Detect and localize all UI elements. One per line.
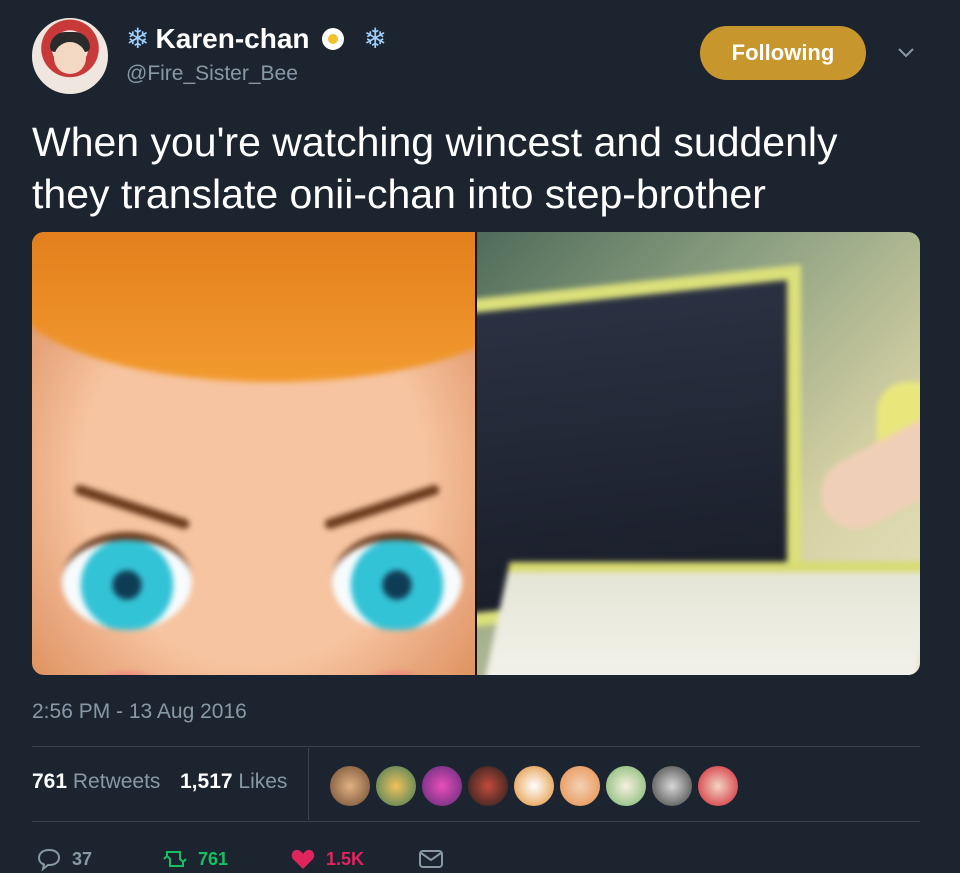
image-laptop-keyboard <box>484 562 920 675</box>
liker-avatar[interactable] <box>328 764 372 808</box>
image-hair <box>32 232 475 382</box>
tweet-header: ❄ Karen-chan ❄ @Fire_Sister_Bee Followin… <box>30 16 930 96</box>
liker-avatar[interactable] <box>558 764 602 808</box>
tweet-text: When you're watching wincest and suddenl… <box>32 116 922 220</box>
image-brow <box>73 483 191 531</box>
egg-icon <box>321 28 344 50</box>
divider <box>32 746 920 747</box>
image-eye <box>62 532 192 630</box>
retweets-stat[interactable]: 761 Retweets <box>32 770 160 794</box>
retweet-button[interactable]: 761 <box>162 846 228 872</box>
media-image-left[interactable] <box>32 232 475 675</box>
tweet-actions: 37 761 1.5K <box>32 840 920 873</box>
liker-avatar[interactable] <box>374 764 418 808</box>
like-button[interactable]: 1.5K <box>290 846 364 872</box>
snowflake-icon: ❄ <box>363 23 387 54</box>
stats-row: 761 Retweets 1,517 Likes <box>32 748 920 820</box>
likes-stat[interactable]: 1,517 Likes <box>180 770 287 794</box>
display-name[interactable]: Karen-chan <box>155 23 309 55</box>
image-eye <box>332 532 462 630</box>
image-brow <box>323 483 441 531</box>
stats-divider <box>308 748 309 820</box>
retweets-label: Retweets <box>72 770 161 793</box>
following-button[interactable]: Following <box>700 26 866 80</box>
retweet-count: 761 <box>198 848 229 869</box>
tweet-timestamp[interactable]: 2:56 PM - 13 Aug 2016 <box>32 700 247 724</box>
likes-count: 1,517 <box>180 770 233 793</box>
reply-icon <box>37 848 61 872</box>
liker-avatar[interactable] <box>420 764 464 808</box>
tweet-media[interactable] <box>32 232 920 675</box>
reply-button[interactable]: 37 <box>36 846 92 872</box>
name-row[interactable]: ❄ Karen-chan ❄ <box>126 22 387 56</box>
liker-avatars <box>328 764 740 808</box>
liker-avatar[interactable] <box>650 764 694 808</box>
snowflake-icon: ❄ <box>126 23 150 54</box>
liker-avatar[interactable] <box>604 764 648 808</box>
direct-message-button[interactable] <box>418 846 444 872</box>
retweet-icon <box>163 851 187 867</box>
likes-label: Likes <box>238 770 288 793</box>
avatar-face <box>54 42 86 74</box>
liker-avatar[interactable] <box>512 764 556 808</box>
media-image-right[interactable] <box>477 232 920 675</box>
image-blush <box>362 672 432 675</box>
image-hand <box>808 413 920 541</box>
image-blush <box>92 672 162 675</box>
account-handle[interactable]: @Fire_Sister_Bee <box>126 62 298 86</box>
retweets-count: 761 <box>32 770 68 793</box>
like-count: 1.5K <box>326 848 365 869</box>
chevron-down-icon[interactable] <box>896 42 916 62</box>
divider <box>32 821 920 822</box>
tweet-text-line: they translate onii-chan into step-broth… <box>32 171 766 217</box>
reply-count: 37 <box>72 848 93 869</box>
avatar[interactable] <box>30 16 110 96</box>
envelope-icon <box>419 850 443 868</box>
liker-avatar[interactable] <box>466 764 510 808</box>
tweet-text-line: When you're watching wincest and suddenl… <box>32 119 838 165</box>
heart-icon <box>291 849 315 869</box>
liker-avatar[interactable] <box>696 764 740 808</box>
